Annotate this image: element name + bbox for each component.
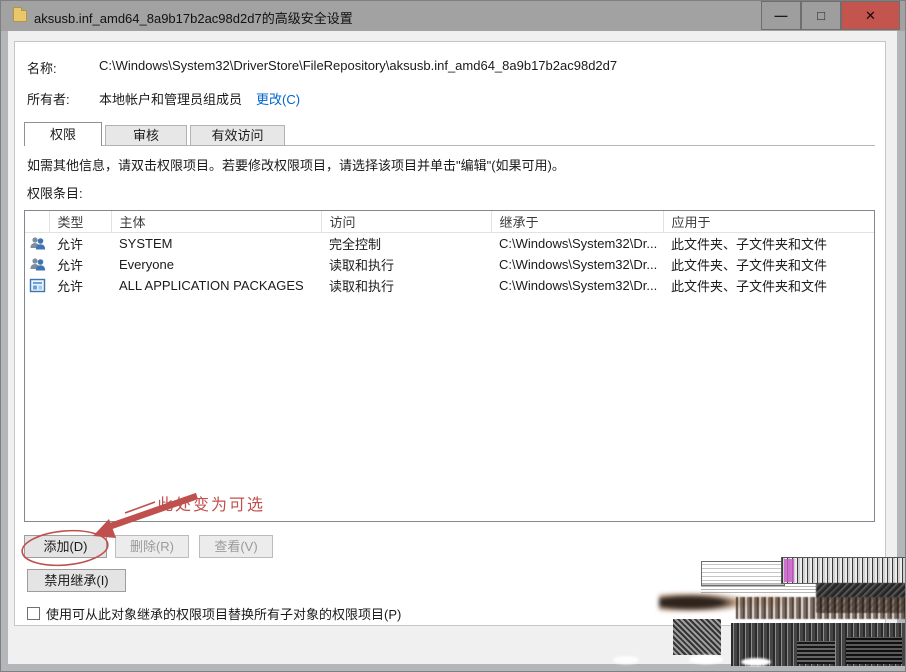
main-panel: 名称: C:\Windows\System32\DriverStore\File… bbox=[14, 41, 886, 626]
column-access[interactable]: 访问 bbox=[321, 211, 491, 233]
column-inherited-from[interactable]: 继承于 bbox=[491, 211, 663, 233]
view-button: 查看(V) bbox=[199, 535, 273, 558]
cell-inherited-from: C:\Windows\System32\Dr... bbox=[491, 254, 663, 275]
add-button[interactable]: 添加(D) bbox=[24, 535, 107, 558]
table-row[interactable]: 允许 Everyone 读取和执行 C:\Windows\System32\Dr… bbox=[25, 254, 874, 275]
tab-auditing[interactable]: 审核 bbox=[105, 125, 187, 146]
cell-principal: SYSTEM bbox=[111, 233, 321, 254]
disable-inheritance-button[interactable]: 禁用继承(I) bbox=[27, 569, 126, 592]
cell-type: 允许 bbox=[49, 275, 111, 296]
window-frame-right bbox=[897, 31, 905, 671]
maximize-button[interactable]: □ bbox=[801, 1, 841, 30]
remove-button: 删除(R) bbox=[115, 535, 189, 558]
cell-access: 读取和执行 bbox=[321, 275, 491, 296]
cell-applies-to: 此文件夹、子文件夹和文件 bbox=[663, 275, 874, 296]
app-package-icon bbox=[29, 278, 46, 293]
glitch-fragment bbox=[689, 655, 723, 664]
tab-effective-access[interactable]: 有效访问 bbox=[190, 125, 285, 146]
cell-type: 允许 bbox=[49, 233, 111, 254]
name-value: C:\Windows\System32\DriverStore\FileRepo… bbox=[99, 58, 617, 77]
name-label: 名称: bbox=[27, 58, 99, 77]
glitch-fragment bbox=[846, 637, 902, 664]
glitch-fragment bbox=[613, 656, 639, 664]
cell-principal: Everyone bbox=[111, 254, 321, 275]
cell-inherited-from: C:\Windows\System32\Dr... bbox=[491, 275, 663, 296]
window-frame-left bbox=[1, 31, 8, 671]
column-principal[interactable]: 主体 bbox=[111, 211, 321, 233]
advanced-security-settings-dialog: aksusb.inf_amd64_8a9b17b2ac98d2d7的高级安全设置… bbox=[0, 0, 906, 672]
cell-inherited-from: C:\Windows\System32\Dr... bbox=[491, 233, 663, 254]
cell-applies-to: 此文件夹、子文件夹和文件 bbox=[663, 254, 874, 275]
owner-row: 所有者: 本地帐户和管理员组成员 更改(C) bbox=[27, 89, 300, 108]
table-row[interactable]: 允许 SYSTEM 完全控制 C:\Windows\System32\Dr...… bbox=[25, 233, 874, 254]
table-row[interactable]: 允许 ALL APPLICATION PACKAGES 读取和执行 C:\Win… bbox=[25, 275, 874, 296]
window-title: aksusb.inf_amd64_8a9b17b2ac98d2d7的高级安全设置 bbox=[34, 8, 353, 27]
minimize-button[interactable]: — bbox=[761, 1, 801, 30]
cell-access: 读取和执行 bbox=[321, 254, 491, 275]
cell-access: 完全控制 bbox=[321, 233, 491, 254]
owner-value: 本地帐户和管理员组成员 bbox=[99, 89, 242, 108]
tab-permissions[interactable]: 权限 bbox=[24, 122, 102, 146]
window-frame-bottom bbox=[1, 664, 905, 671]
users-icon bbox=[29, 257, 46, 272]
owner-label: 所有者: bbox=[27, 89, 99, 108]
table-header-row: 类型 主体 访问 继承于 应用于 bbox=[25, 211, 874, 233]
cell-type: 允许 bbox=[49, 254, 111, 275]
glitch-fragment bbox=[731, 623, 906, 666]
cell-principal: ALL APPLICATION PACKAGES bbox=[111, 275, 321, 296]
tabstrip: 权限 审核 有效访问 bbox=[24, 122, 285, 146]
object-name-row: 名称: C:\Windows\System32\DriverStore\File… bbox=[27, 58, 617, 77]
glitch-fragment bbox=[797, 641, 835, 664]
permission-entries-list[interactable]: 类型 主体 访问 继承于 应用于 允许 SYSTEM 完全控制 bbox=[24, 210, 875, 522]
replace-permissions-label: 使用可从此对象继承的权限项目替换所有子对象的权限项目(P) bbox=[46, 604, 401, 623]
permission-entries-label: 权限条目: bbox=[27, 183, 83, 202]
replace-permissions-row: 使用可从此对象继承的权限项目替换所有子对象的权限项目(P) bbox=[27, 604, 401, 623]
change-owner-link[interactable]: 更改(C) bbox=[256, 89, 300, 108]
column-type[interactable]: 类型 bbox=[49, 211, 111, 233]
folder-icon bbox=[13, 10, 27, 22]
column-applies-to[interactable]: 应用于 bbox=[663, 211, 874, 233]
replace-permissions-checkbox[interactable] bbox=[27, 607, 40, 620]
annotation-text: 此处变为可选 bbox=[157, 491, 265, 515]
cell-applies-to: 此文件夹、子文件夹和文件 bbox=[663, 233, 874, 254]
titlebar[interactable]: aksusb.inf_amd64_8a9b17b2ac98d2d7的高级安全设置… bbox=[1, 1, 906, 31]
close-button[interactable]: ✕ bbox=[841, 1, 900, 30]
instruction-text: 如需其他信息，请双击权限项目。若要修改权限项目，请选择该项目并单击"编辑"(如果… bbox=[27, 155, 565, 174]
column-icon bbox=[25, 211, 49, 233]
users-icon bbox=[29, 236, 46, 251]
